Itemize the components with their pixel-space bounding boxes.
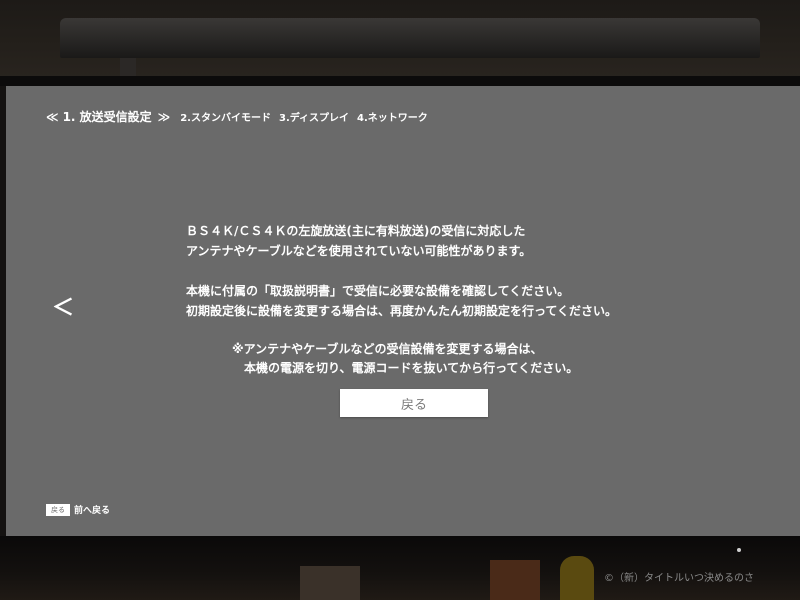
chevron-left-icon[interactable]: ＜ (52, 298, 74, 320)
shelf-object (490, 560, 540, 600)
message-line-3: 本機に付属の「取扱説明書」で受信に必要な設備を確認してください。 (186, 284, 570, 298)
room-background-bottom (0, 536, 800, 600)
step-display: 3.ディスプレイ (278, 113, 350, 124)
remote-back-key-icon: 戻る (46, 503, 70, 516)
message-line-4: 初期設定後に設備を変更する場合は、再度かんたん初期設定を行ってください。 (186, 304, 618, 318)
footer-hint: 戻る 前へ戻る (46, 503, 110, 516)
back-button[interactable]: 戻る (340, 389, 488, 417)
footer-hint-text: 前へ戻る (74, 506, 111, 516)
tv-bezel-top (0, 76, 800, 86)
room-background-top (0, 0, 800, 86)
step-standby-mode: 2.スタンバイモード (180, 113, 271, 124)
message-line-2: アンテナやケーブルなどを使用されていない可能性があります。 (186, 244, 532, 258)
step-current: 1. 放送受信設定 (62, 110, 152, 124)
note-line-1: ※アンテナやケーブルなどの受信設備を変更する場合は、 (232, 342, 543, 356)
step-next-icon[interactable]: ≫ (158, 110, 171, 124)
watermark-text: ©（新）タイトルいつ決めるのさ (604, 573, 754, 584)
step-prev-icon[interactable]: ≪ (46, 110, 59, 124)
tv-screen: ≪ 1. 放送受信設定 ≫ 2.スタンバイモード 3.ディスプレイ 4.ネットワ… (6, 86, 800, 536)
shelf-object (560, 556, 594, 600)
step-network: 4.ネットワーク (357, 113, 428, 124)
message-line-1: ＢＳ４Ｋ/ＣＳ４Ｋの左旋放送(主に有料放送)の受信に対応した (186, 224, 526, 238)
shelf-object (300, 566, 360, 600)
monitor-lamp (60, 18, 760, 58)
note-line-2: 本機の電源を切り、電源コードを抜いてから行ってください。 (244, 361, 579, 375)
power-led-icon (737, 548, 741, 552)
wizard-steps: ≪ 1. 放送受信設定 ≫ 2.スタンバイモード 3.ディスプレイ 4.ネットワ… (46, 108, 436, 125)
